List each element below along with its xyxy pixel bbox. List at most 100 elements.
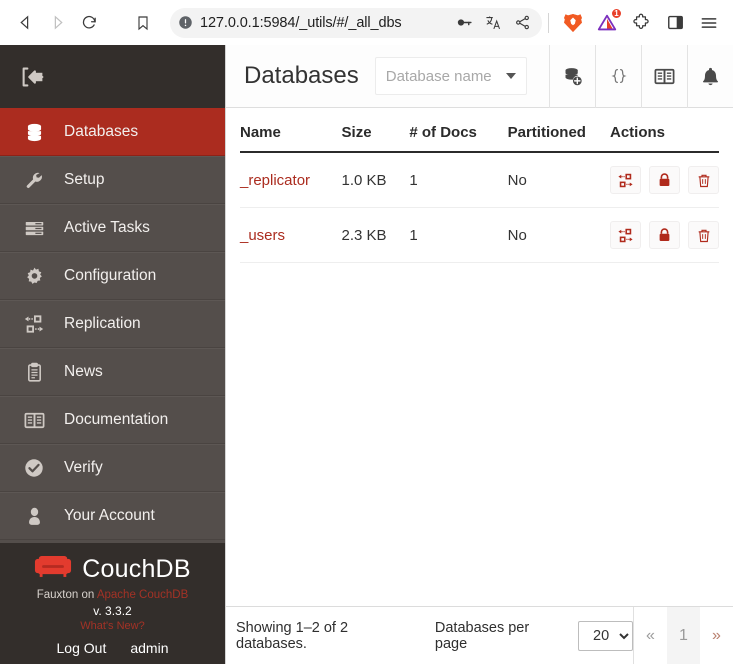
- column-header-name[interactable]: Name: [240, 108, 342, 153]
- db-partitioned-cell: No: [507, 207, 610, 263]
- row-action-buttons: [610, 221, 719, 249]
- db-name-cell: _replicator: [240, 152, 342, 208]
- create-database-button[interactable]: [549, 44, 595, 108]
- shields-badge-count: 1: [611, 7, 622, 19]
- whats-new-link[interactable]: What's New?: [0, 619, 225, 634]
- sidebar-item-label: Configuration: [64, 267, 157, 284]
- sidebar-item-label: Replication: [64, 315, 141, 332]
- brave-shields-triangle-icon[interactable]: 1: [593, 7, 622, 37]
- hamburger-menu-icon[interactable]: [695, 9, 723, 37]
- column-header-docs[interactable]: # of Docs: [409, 108, 508, 153]
- notifications-button[interactable]: [687, 44, 733, 108]
- key-icon[interactable]: [454, 13, 474, 33]
- brand-fauxton-line: Fauxton on Apache CouchDB: [0, 588, 225, 603]
- url-bar[interactable]: 127.0.0.1:5984/_utils/#/_all_dbs: [170, 7, 542, 38]
- table-body: _replicator 1.0 KB 1 No _users 2.3 KB 1 …: [240, 152, 719, 263]
- replicate-button[interactable]: [610, 221, 641, 249]
- gear-icon: [22, 264, 46, 288]
- delete-button[interactable]: [688, 166, 719, 194]
- permissions-button[interactable]: [649, 221, 680, 249]
- notifications-bell-icon: [703, 67, 718, 85]
- db-size-cell: 1.0 KB: [341, 152, 410, 208]
- database-link[interactable]: _replicator: [240, 172, 310, 189]
- browser-extension-icons: 1: [559, 7, 723, 37]
- sidebar-item-active-tasks[interactable]: Active Tasks: [0, 204, 225, 252]
- database-icon: [22, 120, 46, 144]
- url-bar-icons: [454, 13, 534, 33]
- sidebar-item-label: Active Tasks: [64, 219, 150, 236]
- pagination-next[interactable]: »: [700, 607, 733, 664]
- replication-icon: [22, 312, 46, 336]
- chevron-down-icon[interactable]: [505, 73, 516, 79]
- share-icon[interactable]: [512, 13, 532, 33]
- replicate-icon: [618, 173, 633, 187]
- delete-trash-icon: [698, 174, 709, 187]
- sidebar-item-databases[interactable]: Databases: [0, 108, 225, 156]
- showing-count-text: Showing 1–2 of 2 databases.: [236, 619, 349, 652]
- column-header-actions: Actions: [610, 108, 719, 153]
- sidebar-item-setup[interactable]: Setup: [0, 156, 225, 204]
- delete-button[interactable]: [688, 221, 719, 249]
- db-docs-cell: 1: [409, 207, 508, 263]
- column-header-size[interactable]: Size: [341, 108, 410, 153]
- brand-name: CouchDB: [82, 554, 191, 583]
- db-size-cell: 2.3 KB: [341, 207, 410, 263]
- log-out-button[interactable]: Log Out: [57, 640, 107, 656]
- lock-permissions-icon: [659, 228, 670, 241]
- sidebar-item-news[interactable]: News: [0, 348, 225, 396]
- pagination-page-1[interactable]: 1: [667, 606, 700, 664]
- header-actions: [549, 44, 733, 108]
- forward-button[interactable]: [42, 8, 72, 38]
- sidebar-item-documentation[interactable]: Documentation: [0, 396, 225, 444]
- delete-trash-icon: [698, 229, 709, 242]
- column-header-partitioned[interactable]: Partitioned: [507, 108, 610, 153]
- reload-button[interactable]: [74, 8, 104, 38]
- sidebar-item-your-account[interactable]: Your Account: [0, 492, 225, 540]
- back-button[interactable]: [10, 8, 40, 38]
- bookmark-icon: [138, 15, 148, 30]
- database-search-box[interactable]: [374, 57, 527, 95]
- search-input[interactable]: [385, 67, 501, 85]
- toolbar-divider: [548, 12, 549, 33]
- table-row: _replicator 1.0 KB 1 No: [240, 152, 719, 208]
- collapse-arrow-icon[interactable]: [18, 64, 48, 90]
- sidebar-item-replication[interactable]: Replication: [0, 300, 225, 348]
- per-page-select[interactable]: 20: [578, 620, 633, 651]
- mango-query-braces-icon: [610, 68, 627, 84]
- databases-table: Name Size # of Docs Partitioned Actions …: [240, 108, 719, 263]
- pagination-prev[interactable]: «: [634, 607, 667, 664]
- clipboard-icon: [22, 360, 46, 384]
- page-title: Databases: [244, 62, 359, 89]
- table-head: Name Size # of Docs Partitioned Actions: [240, 108, 719, 153]
- permissions-button[interactable]: [649, 166, 680, 194]
- info-circle-icon[interactable]: [178, 15, 193, 30]
- db-actions-cell: [610, 207, 719, 263]
- brave-lion-icon[interactable]: [559, 9, 587, 37]
- bookmark-button[interactable]: [128, 8, 158, 38]
- replicate-button[interactable]: [610, 166, 641, 194]
- current-user-label[interactable]: admin: [130, 640, 168, 656]
- pagination: « 1 »: [633, 606, 733, 664]
- db-docs-cell: 1: [409, 152, 508, 208]
- user-icon: [22, 504, 46, 528]
- brand-couchdb-link[interactable]: Apache CouchDB: [97, 589, 188, 601]
- translate-icon[interactable]: [483, 13, 503, 33]
- sidebar-nav: Databases Setup Active Tasks Configurati…: [0, 108, 225, 540]
- sidebar-brand-footer: CouchDB Fauxton on Apache CouchDB v. 3.3…: [0, 543, 225, 664]
- databases-table-container: Name Size # of Docs Partitioned Actions …: [226, 108, 733, 606]
- create-database-icon: [565, 67, 582, 85]
- row-action-buttons: [610, 166, 719, 194]
- back-arrow-icon: [19, 15, 28, 30]
- fauxton-app: Databases Setup Active Tasks Configurati…: [0, 44, 733, 664]
- book-icon: [22, 408, 46, 432]
- sidebar-item-label: Verify: [64, 459, 103, 476]
- brand-fauxton-prefix: Fauxton on: [36, 589, 95, 601]
- sidebar-item-configuration[interactable]: Configuration: [0, 252, 225, 300]
- puzzle-piece-icon[interactable]: [627, 9, 655, 37]
- mango-query-button[interactable]: [595, 44, 641, 108]
- sidebar-panel-icon[interactable]: [661, 9, 689, 37]
- documentation-button[interactable]: [641, 44, 687, 108]
- sidebar: Databases Setup Active Tasks Configurati…: [0, 45, 225, 664]
- sidebar-item-verify[interactable]: Verify: [0, 444, 225, 492]
- database-link[interactable]: _users: [240, 227, 285, 244]
